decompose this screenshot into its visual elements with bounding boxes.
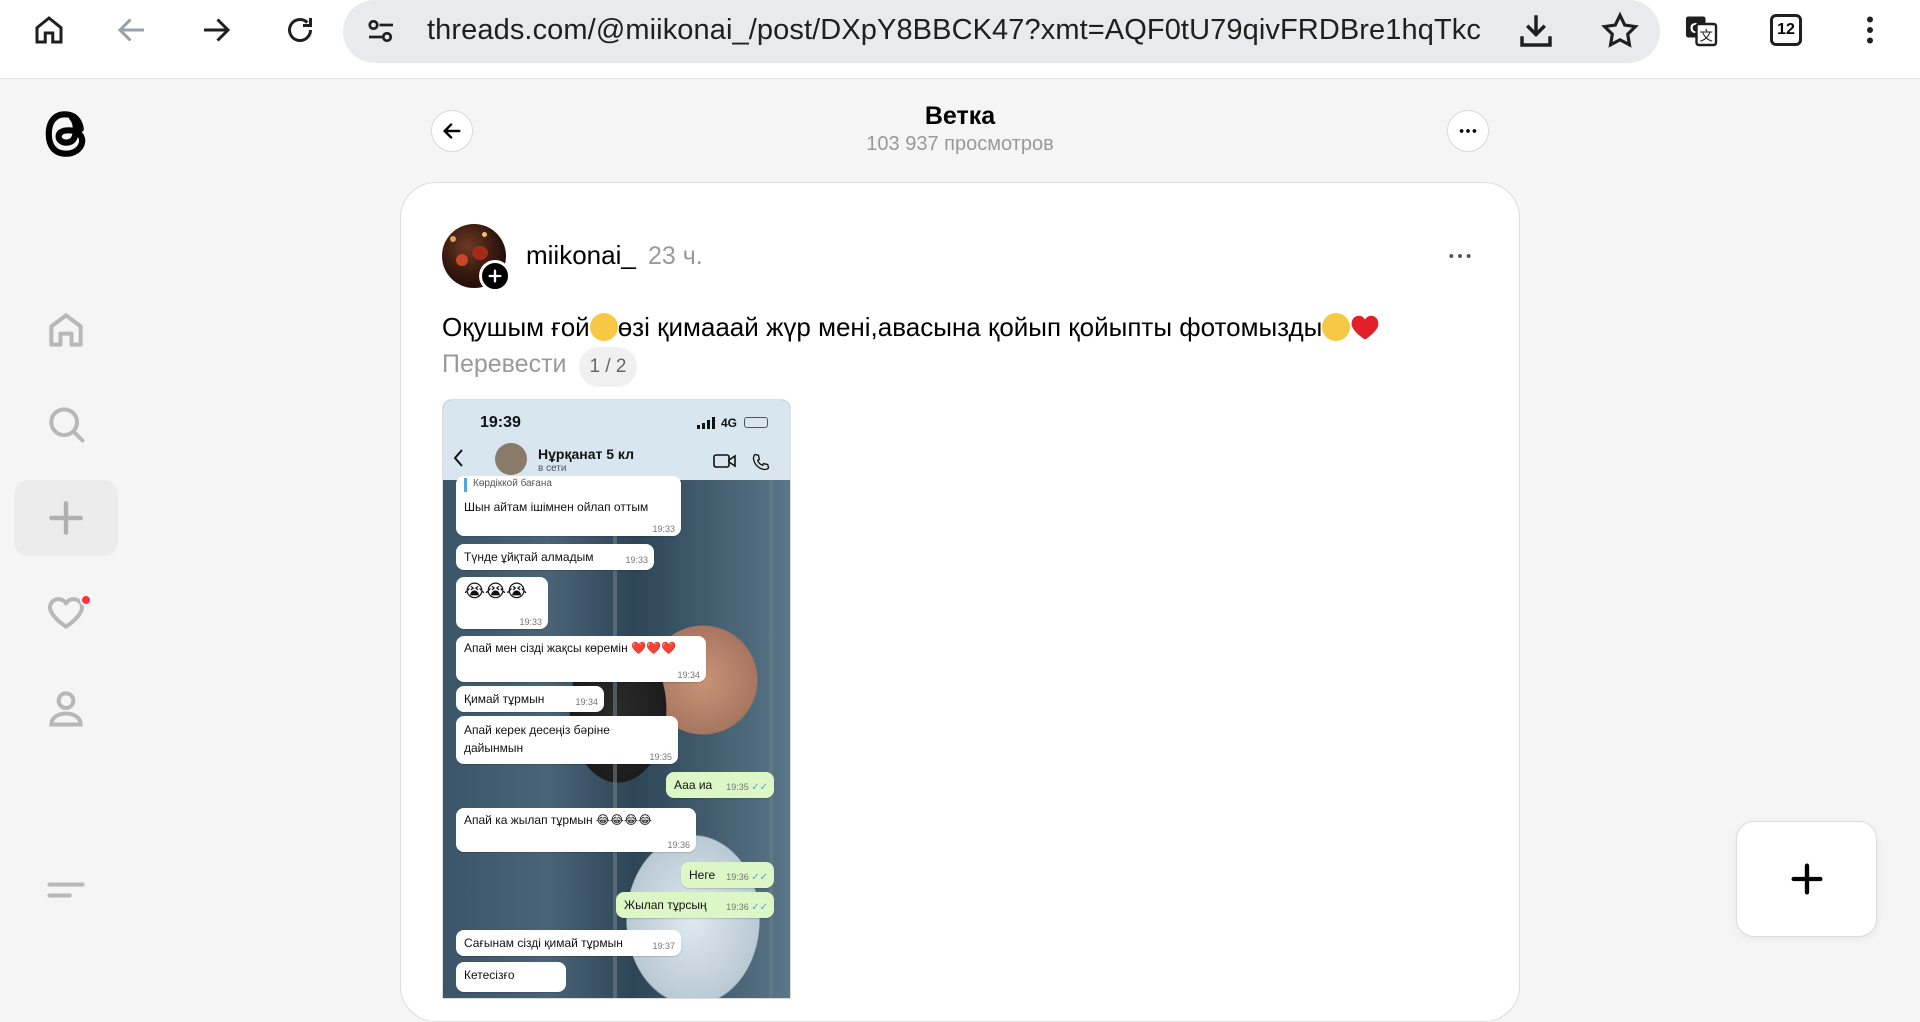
- post-username[interactable]: miikonai_: [526, 240, 636, 271]
- sidebar-item-activity[interactable]: [14, 574, 118, 650]
- post-image[interactable]: 19:39 4G Нұрқанат 5 кл в сети Көрдіккой …: [442, 399, 791, 999]
- forward-icon[interactable]: [192, 6, 240, 54]
- chat-message: 😭😭😭 19:33: [456, 577, 548, 629]
- chat-message: Апай мен сізді жақсы көремін ❤️❤️❤️ 19:3…: [456, 636, 706, 682]
- chat-message-outgoing: Жылап тұрсың 19:36 ✓✓: [616, 892, 774, 918]
- search-icon: [49, 407, 85, 443]
- thread-options-button[interactable]: [1447, 110, 1489, 152]
- back-icon[interactable]: [108, 6, 156, 54]
- post-caption: Оқушым ғой өзі қимааай жүр мені,авасына қ…: [442, 312, 1380, 343]
- plus-icon: [1791, 863, 1822, 895]
- chevron-left-icon: [453, 449, 463, 467]
- sidebar-item-home[interactable]: [14, 292, 118, 368]
- menu-icon[interactable]: [1846, 6, 1894, 54]
- follow-button[interactable]: [479, 260, 511, 292]
- view-count: 103 937 просмотров: [866, 133, 1054, 155]
- chat-message-outgoing: Неге 19:36 ✓✓: [681, 862, 774, 888]
- read-checkmarks-icon: ✓✓: [751, 872, 768, 883]
- download-icon[interactable]: [1515, 10, 1557, 52]
- plus-icon: [49, 501, 83, 535]
- chat-message: Түнде ұйқтай алмадым 19:33: [456, 544, 654, 570]
- notification-dot: [80, 594, 92, 606]
- sidebar-item-create[interactable]: [14, 480, 118, 556]
- chat-message-outgoing: Ааа иа 19:35 ✓✓: [666, 772, 774, 798]
- translate-link[interactable]: Перевести: [442, 350, 567, 379]
- media-pager: 1 / 2: [579, 347, 637, 387]
- menu-lines-icon: [47, 882, 85, 898]
- address-bar[interactable]: threads.com/@miikonai_/post/DXpY8BBCK47?…: [343, 0, 1660, 63]
- new-thread-button[interactable]: [1736, 821, 1877, 937]
- url-text[interactable]: threads.com/@miikonai_/post/DXpY8BBCK47?…: [427, 14, 1481, 47]
- chat-message: Кетесізғо: [456, 962, 566, 992]
- phone-time: 19:39: [480, 414, 521, 431]
- browser-toolbar: threads.com/@miikonai_/post/DXpY8BBCK47?…: [0, 0, 1920, 79]
- read-checkmarks-icon: ✓✓: [751, 782, 768, 793]
- sidebar-item-more[interactable]: [14, 852, 118, 928]
- chat-message: Апай ка жылап тұрмын 😂😂😂😂 19:36: [456, 808, 696, 852]
- chat-name: Нұрқанат 5 кл: [538, 446, 634, 462]
- threads-logo-icon[interactable]: [36, 102, 96, 166]
- phone-status-bar: 19:39 4G Нұрқанат 5 кл в сети: [443, 400, 790, 480]
- read-checkmarks-icon: ✓✓: [751, 902, 768, 913]
- battery-icon: [744, 417, 768, 428]
- chat-message: Сағынам сізді қимай тұрмын 19:37: [456, 930, 681, 956]
- site-settings-icon[interactable]: [363, 13, 399, 49]
- more-horizontal-icon: [1449, 254, 1471, 258]
- sidebar-item-search[interactable]: [14, 386, 118, 462]
- video-call-icon: [713, 454, 736, 468]
- red-heart-emoji-icon: [1351, 315, 1379, 340]
- caption-text-1: Оқушым ғой: [442, 312, 590, 342]
- post-time[interactable]: 23 ч.: [648, 242, 703, 271]
- network-type: 4G: [721, 416, 738, 430]
- tab-count: 12: [1777, 21, 1795, 38]
- reload-icon[interactable]: [276, 6, 324, 54]
- post-options-button[interactable]: [1440, 238, 1480, 274]
- chat-message: Апай керек десеңіз бәріне дайынмын 19:35: [456, 716, 678, 764]
- thread-back-button[interactable]: [431, 110, 473, 152]
- grin-emoji-icon: [1322, 313, 1351, 341]
- arrow-left-icon: [442, 123, 461, 139]
- translate-icon[interactable]: G文: [1677, 6, 1725, 54]
- svg-text:文: 文: [1700, 29, 1714, 45]
- more-horizontal-icon: [1459, 129, 1477, 133]
- chat-message: Қимай тұрмын 19:34: [456, 686, 604, 712]
- home-nav-icon: [49, 313, 83, 347]
- tabs-icon[interactable]: 12: [1770, 14, 1802, 46]
- bookmark-star-icon[interactable]: [1599, 10, 1641, 52]
- quoted-message: Көрдіккой бағана: [464, 478, 673, 492]
- home-icon[interactable]: [25, 6, 73, 54]
- chat-status: в сети: [538, 463, 567, 474]
- signal-icon: [697, 417, 715, 429]
- sidebar-item-profile[interactable]: [14, 670, 118, 746]
- chat-message: Көрдіккой бағана Шын айтам ішімнен ойлап…: [456, 476, 681, 536]
- plus-icon: [488, 269, 502, 283]
- chat-avatar: [495, 443, 527, 475]
- page-title: Ветка: [924, 102, 996, 130]
- caption-text-2: өзі қимааай жүр мені,авасына қойып қойып…: [617, 312, 1323, 342]
- profile-icon: [49, 691, 83, 727]
- hand-over-mouth-emoji-icon: [589, 313, 618, 341]
- phone-icon: [752, 453, 770, 471]
